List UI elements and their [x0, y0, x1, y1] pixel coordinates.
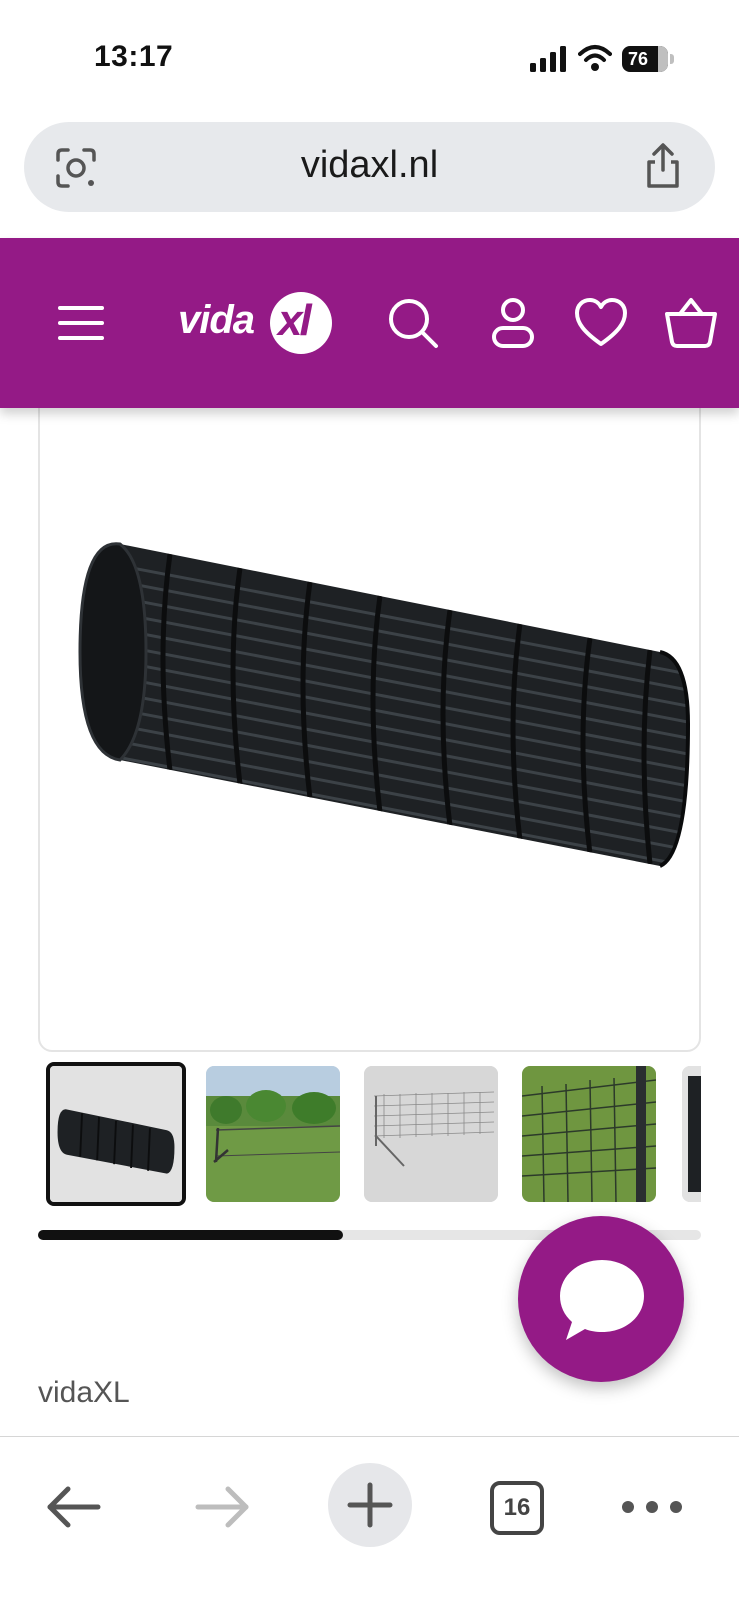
browser-toolbar: 16 — [0, 1436, 739, 1600]
thumbnail-strip — [38, 1062, 701, 1210]
forward-arrow-icon[interactable] — [182, 1467, 262, 1547]
account-icon[interactable] — [486, 296, 540, 350]
status-time: 13:17 — [94, 40, 174, 73]
share-icon[interactable] — [641, 142, 685, 190]
chat-icon — [560, 1260, 644, 1340]
brand-label[interactable]: vidaXL — [38, 1376, 130, 1410]
back-arrow-icon[interactable] — [34, 1467, 114, 1547]
logo-text: vida — [178, 298, 255, 342]
cellular-signal-icon — [530, 46, 566, 72]
site-header: vida xl — [0, 238, 739, 408]
tabs-count: 16 — [490, 1481, 544, 1535]
wire-mesh-roll-image — [78, 542, 690, 868]
search-icon[interactable] — [386, 296, 440, 350]
thumbnail-fence-on-white[interactable] — [364, 1066, 498, 1202]
more-icon[interactable] — [612, 1467, 692, 1547]
gallery-scroll-thumb[interactable] — [38, 1230, 343, 1240]
new-tab-button[interactable] — [328, 1463, 412, 1547]
logo-xl: xl — [278, 296, 312, 345]
thumbnail-product-partial[interactable] — [682, 1066, 701, 1202]
menu-icon[interactable] — [56, 300, 106, 346]
battery-level: 76 — [628, 49, 649, 69]
wifi-icon — [578, 45, 612, 71]
vidaxl-logo[interactable]: vida xl — [178, 290, 336, 360]
url-text[interactable]: vidaxl.nl — [24, 144, 715, 187]
battery-indicator: 76 — [622, 46, 674, 72]
chat-button[interactable] — [518, 1216, 684, 1382]
product-main-image[interactable] — [38, 392, 701, 1052]
address-bar[interactable]: vidaxl.nl — [24, 122, 715, 212]
thumbnail-fence-in-field[interactable] — [206, 1066, 340, 1202]
thumbnail-fence-closeup[interactable] — [522, 1066, 656, 1202]
tabs-button[interactable]: 16 — [476, 1467, 556, 1547]
basket-icon[interactable] — [664, 296, 718, 350]
heart-icon[interactable] — [574, 296, 628, 350]
thumbnail-product-roll[interactable] — [46, 1062, 186, 1206]
status-bar: 13:17 76 — [0, 0, 739, 112]
plus-icon — [347, 1482, 393, 1528]
